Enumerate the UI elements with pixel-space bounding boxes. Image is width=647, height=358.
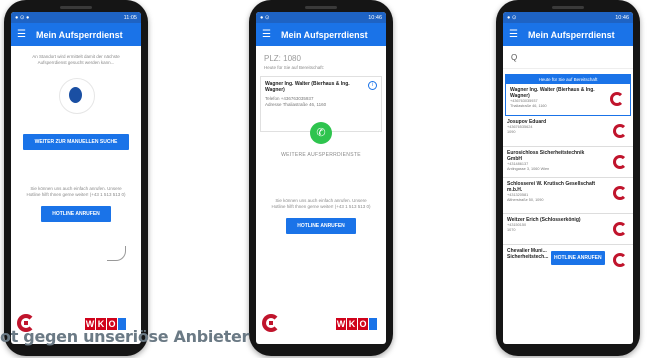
wko-mark-icon: [369, 318, 377, 330]
screen-2: ● ⊙ 10:46 ☰ Mein Aufsperrdienst PLZ: 108…: [256, 12, 386, 344]
brand-c-logo-icon: [613, 186, 627, 200]
item-name: Chevalier Muni... Sicherheitstech...: [507, 248, 549, 260]
status-icons-left: ● ⊙ ●: [15, 14, 30, 21]
plz-label: PLZ: 1080: [264, 54, 301, 63]
status-bar: ● ⊙ ● 11:05: [11, 12, 141, 23]
brand-c-logo-icon: [262, 314, 280, 332]
wko-letter-w: W: [336, 318, 346, 330]
status-icons-left: ● ⊙: [260, 14, 270, 21]
company-name: Wagner Ing. Walter (Bierhaus & Ing. Wagn…: [265, 81, 350, 93]
app-title: Mein Aufsperrdienst: [280, 29, 368, 40]
hotline-button[interactable]: HOTLINE ANRUFEN: [286, 218, 356, 234]
status-bar: ● ⊙ 10:46: [503, 12, 633, 23]
info-icon[interactable]: i: [368, 81, 377, 90]
phone-1: ● ⊙ ● 11:05 ☰ Mein Aufsperrdienst An Sta…: [4, 0, 148, 356]
app-title: Mein Aufsperrdienst: [35, 29, 123, 40]
hotline-text: Sie können uns auch einfach anrufen. Uns…: [26, 186, 126, 197]
item-adresse: Thaliastraße 46, 1160: [510, 104, 547, 108]
app-bar: ☰ Mein Aufsperrdienst: [503, 23, 633, 46]
menu-icon[interactable]: ☰: [262, 29, 271, 40]
phone-2: ● ⊙ 10:46 ☰ Mein Aufsperrdienst PLZ: 108…: [249, 0, 393, 356]
item-adresse: 1090: [507, 130, 516, 134]
list-item[interactable]: Josupov Eduard +43676535624 1090: [503, 116, 633, 147]
item-name: Eurosichloss Sicherheitstechnik GmbH: [507, 150, 585, 162]
phone-icon: ✆: [316, 127, 326, 139]
menu-icon[interactable]: ☰: [17, 29, 26, 40]
brand-c-logo-icon: [613, 253, 627, 267]
speaker: [552, 6, 584, 9]
wko-letter-o: O: [358, 318, 368, 330]
list-item[interactable]: Chevalier Muni... Sicherheitstech... HOT…: [503, 245, 633, 276]
app-bar: ☰ Mein Aufsperrdienst: [11, 23, 141, 46]
subtitle: Heute für Sie auf Bereitschaft:: [264, 65, 325, 70]
wko-logo: W K O: [336, 318, 377, 330]
item-adresse: Altherstraße 50, 1090: [507, 198, 544, 202]
list-item[interactable]: Weitzer Erich (Schlosserkönig) +43150150…: [503, 214, 633, 245]
item-adresse: Antingasse 3, 1060 Wien: [507, 167, 550, 171]
loading-spinner-icon: [59, 78, 95, 114]
hotline-button[interactable]: HOTLINE ANRUFEN: [551, 251, 605, 265]
app-bar: ☰ Mein Aufsperrdienst: [256, 23, 386, 46]
adresse-value: Thaliastraße 46, 1160: [282, 102, 327, 107]
status-icons-left: ● ⊙: [507, 14, 517, 21]
search-icon: Q: [511, 52, 518, 62]
item-name: Wagner Ing. Walter (Bierhaus & Ing. Wagn…: [510, 87, 595, 99]
caption-text: ot gegen unseriöse Anbieter: [0, 327, 250, 346]
brand-c-logo-icon: [610, 92, 624, 106]
list-item[interactable]: Schlosserei W. Krutisch Gesellschaft m.b…: [503, 178, 633, 214]
telefon-value: +436763035937: [280, 96, 314, 101]
status-time: 11:05: [123, 14, 137, 21]
phone-3: ● ⊙ 10:46 ☰ Mein Aufsperrdienst Q Heute …: [496, 0, 640, 356]
list-item[interactable]: Wagner Ing. Walter (Bierhaus & Ing. Wagn…: [506, 84, 630, 115]
call-button[interactable]: ✆: [310, 122, 332, 144]
item-adresse: 1070: [507, 228, 516, 232]
curved-arrow-icon: [107, 246, 126, 261]
speaker: [60, 6, 92, 9]
locating-text: An Standort wird ermittelt damit der näc…: [32, 54, 120, 65]
brand-c-logo-icon: [613, 155, 627, 169]
brand-c-logo-icon: [613, 124, 627, 138]
list-item[interactable]: Eurosichloss Sicherheitstechnik GmbH +43…: [503, 147, 633, 178]
wko-letter-k: K: [347, 318, 357, 330]
status-time: 10:46: [368, 14, 382, 21]
status-bar: ● ⊙ 10:46: [256, 12, 386, 23]
screen-1: ● ⊙ ● 11:05 ☰ Mein Aufsperrdienst An Sta…: [11, 12, 141, 344]
hotline-text: Sie können uns auch einfach anrufen. Uns…: [271, 198, 371, 209]
app-title: Mein Aufsperrdienst: [527, 29, 615, 40]
status-time: 10:46: [615, 14, 629, 21]
adresse-label: Adresse: [265, 102, 282, 107]
search-input[interactable]: Q: [503, 46, 633, 69]
hotline-button[interactable]: HOTLINE ANRUFEN: [41, 206, 111, 222]
speaker: [305, 6, 337, 9]
manual-search-button[interactable]: WEITER ZUR MANUELLEN SUCHE: [23, 134, 129, 150]
brand-c-logo-icon: [613, 222, 627, 236]
item-name: Schlosserei W. Krutisch Gesellschaft m.b…: [507, 181, 596, 193]
standby-banner: Heute für Sie auf Bereitschaft: [506, 75, 630, 84]
screen-3: ● ⊙ 10:46 ☰ Mein Aufsperrdienst Q Heute …: [503, 12, 633, 344]
telefon-label: Telefon: [265, 96, 280, 101]
menu-icon[interactable]: ☰: [509, 29, 518, 40]
